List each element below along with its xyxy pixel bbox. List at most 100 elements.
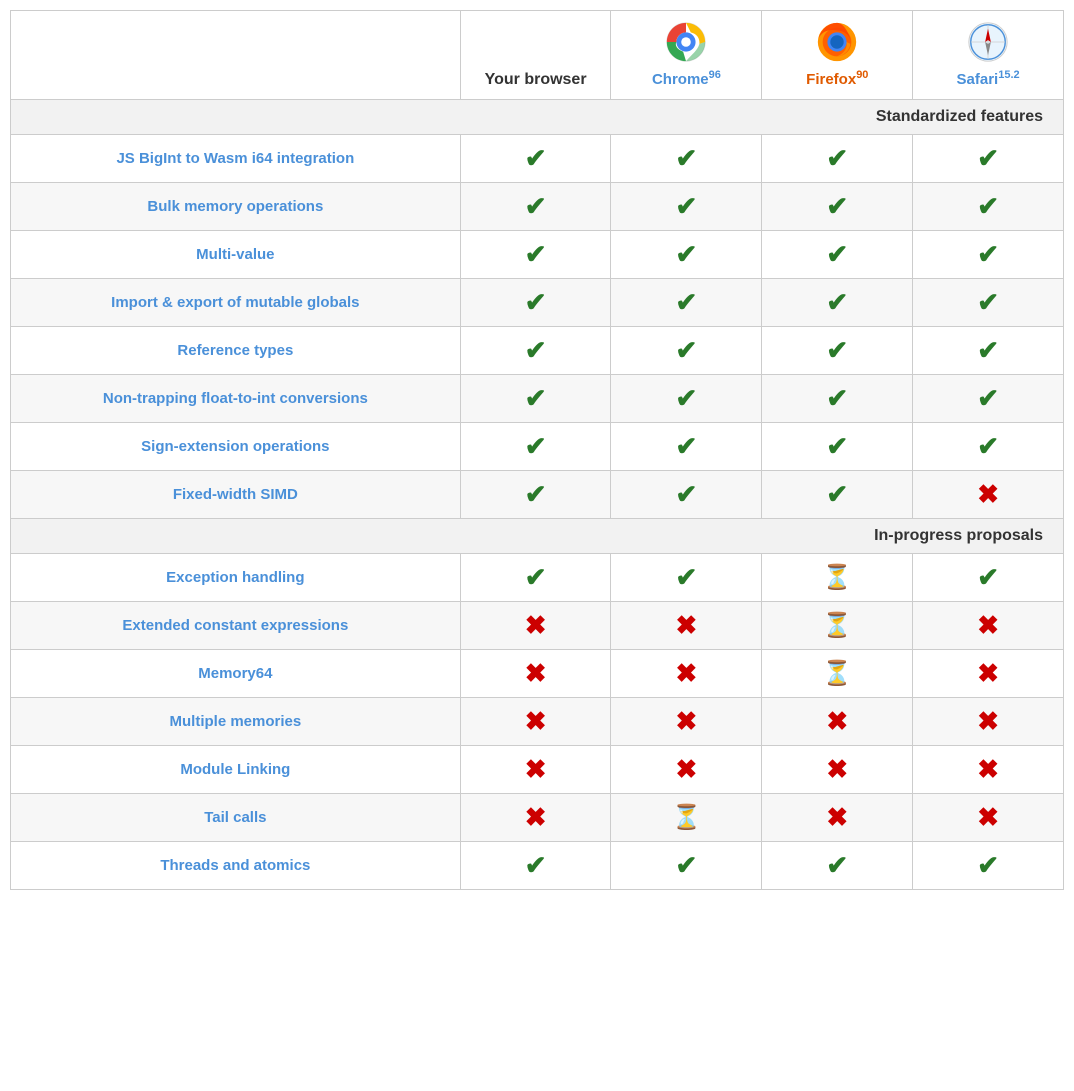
table-row: Non-trapping float-to-int conversions ✔ …: [11, 375, 1064, 423]
cross-icon: ✖: [977, 802, 999, 832]
feature-name: Tail calls: [11, 794, 461, 842]
feature-name: Memory64: [11, 650, 461, 698]
safari-cell: ✖: [913, 794, 1064, 842]
check-icon: ✔: [525, 850, 547, 880]
cross-icon: ✖: [525, 706, 547, 736]
chrome-icon: [663, 19, 709, 65]
cross-icon: ✖: [826, 802, 848, 832]
firefox-cell: ✔: [762, 135, 913, 183]
firefox-cell: ⏳: [762, 554, 913, 602]
chrome-cell: ✖: [611, 602, 762, 650]
cross-icon: ✖: [676, 706, 698, 736]
check-icon: ✔: [676, 239, 698, 269]
chrome-cell: ✔: [611, 842, 762, 890]
your-browser-cell: ✔: [460, 423, 611, 471]
feature-name: Extended constant expressions: [11, 602, 461, 650]
safari-cell: ✔: [913, 375, 1064, 423]
table-row: Reference types ✔ ✔ ✔ ✔: [11, 327, 1064, 375]
firefox-cell: ✖: [762, 698, 913, 746]
firefox-cell: ✖: [762, 746, 913, 794]
table-row: Bulk memory operations ✔ ✔ ✔ ✔: [11, 183, 1064, 231]
firefox-cell: ✔: [762, 183, 913, 231]
cross-icon: ✖: [525, 658, 547, 688]
check-icon: ✔: [826, 383, 848, 413]
chrome-cell: ✔: [611, 135, 762, 183]
check-icon: ✔: [676, 383, 698, 413]
table-row: Multi-value ✔ ✔ ✔ ✔: [11, 231, 1064, 279]
check-icon: ✔: [676, 479, 698, 509]
chrome-cell: ✔: [611, 183, 762, 231]
cross-icon: ✖: [977, 658, 999, 688]
safari-cell: ✔: [913, 279, 1064, 327]
check-icon: ✔: [977, 335, 999, 365]
your-browser-cell: ✖: [460, 602, 611, 650]
hourglass-icon: ⏳: [822, 660, 852, 687]
your-browser-cell: ✖: [460, 650, 611, 698]
firefox-cell: ✔: [762, 471, 913, 519]
chrome-cell: ⏳: [611, 794, 762, 842]
safari-icon: [965, 19, 1011, 65]
check-icon: ✔: [525, 383, 547, 413]
check-icon: ✔: [525, 287, 547, 317]
table-row: Tail calls ✖ ⏳ ✖ ✖: [11, 794, 1064, 842]
firefox-cell: ✔: [762, 842, 913, 890]
chrome-cell: ✔: [611, 471, 762, 519]
section-header-1: In-progress proposals: [11, 519, 1064, 554]
hourglass-icon: ⏳: [822, 612, 852, 639]
cross-icon: ✖: [525, 610, 547, 640]
safari-cell: ✔: [913, 842, 1064, 890]
safari-cell: ✔: [913, 327, 1064, 375]
check-icon: ✔: [826, 239, 848, 269]
table-row: Memory64 ✖ ✖ ⏳ ✖: [11, 650, 1064, 698]
section-title: In-progress proposals: [11, 519, 1064, 554]
firefox-cell: ✔: [762, 327, 913, 375]
safari-name: Safari15.2: [957, 71, 1020, 88]
feature-name: Multiple memories: [11, 698, 461, 746]
cross-icon: ✖: [977, 610, 999, 640]
cross-icon: ✖: [977, 706, 999, 736]
check-icon: ✔: [676, 143, 698, 173]
feature-name: Exception handling: [11, 554, 461, 602]
check-icon: ✔: [826, 287, 848, 317]
chrome-name: Chrome96: [652, 71, 721, 88]
cross-icon: ✖: [525, 802, 547, 832]
check-icon: ✔: [676, 191, 698, 221]
safari-cell: ✖: [913, 650, 1064, 698]
your-browser-cell: ✔: [460, 135, 611, 183]
check-icon: ✔: [977, 431, 999, 461]
firefox-cell: ✔: [762, 375, 913, 423]
hourglass-icon: ⏳: [672, 804, 702, 831]
check-icon: ✔: [826, 431, 848, 461]
feature-header: [11, 11, 461, 100]
chrome-cell: ✔: [611, 423, 762, 471]
safari-header: Safari15.2: [913, 11, 1064, 100]
safari-cell: ✔: [913, 231, 1064, 279]
your-browser-cell: ✔: [460, 231, 611, 279]
check-icon: ✔: [525, 191, 547, 221]
check-icon: ✔: [977, 850, 999, 880]
feature-name: Module Linking: [11, 746, 461, 794]
compatibility-table: Your browser Chrome96: [10, 10, 1064, 890]
chrome-cell: ✔: [611, 327, 762, 375]
safari-cell: ✔: [913, 135, 1064, 183]
feature-name: JS BigInt to Wasm i64 integration: [11, 135, 461, 183]
section-header-0: Standardized features: [11, 100, 1064, 135]
cross-icon: ✖: [525, 754, 547, 784]
your-browser-cell: ✖: [460, 746, 611, 794]
cross-icon: ✖: [977, 479, 999, 509]
check-icon: ✔: [977, 239, 999, 269]
check-icon: ✔: [826, 191, 848, 221]
safari-cell: ✔: [913, 554, 1064, 602]
check-icon: ✔: [977, 143, 999, 173]
chrome-cell: ✖: [611, 698, 762, 746]
firefox-version: 90: [856, 69, 868, 81]
safari-cell: ✖: [913, 602, 1064, 650]
your-browser-cell: ✔: [460, 279, 611, 327]
check-icon: ✔: [525, 239, 547, 269]
firefox-cell: ✖: [762, 794, 913, 842]
safari-cell: ✖: [913, 698, 1064, 746]
firefox-cell: ✔: [762, 279, 913, 327]
chrome-version: 96: [709, 69, 721, 81]
safari-cell: ✔: [913, 423, 1064, 471]
table-row: Sign-extension operations ✔ ✔ ✔ ✔: [11, 423, 1064, 471]
